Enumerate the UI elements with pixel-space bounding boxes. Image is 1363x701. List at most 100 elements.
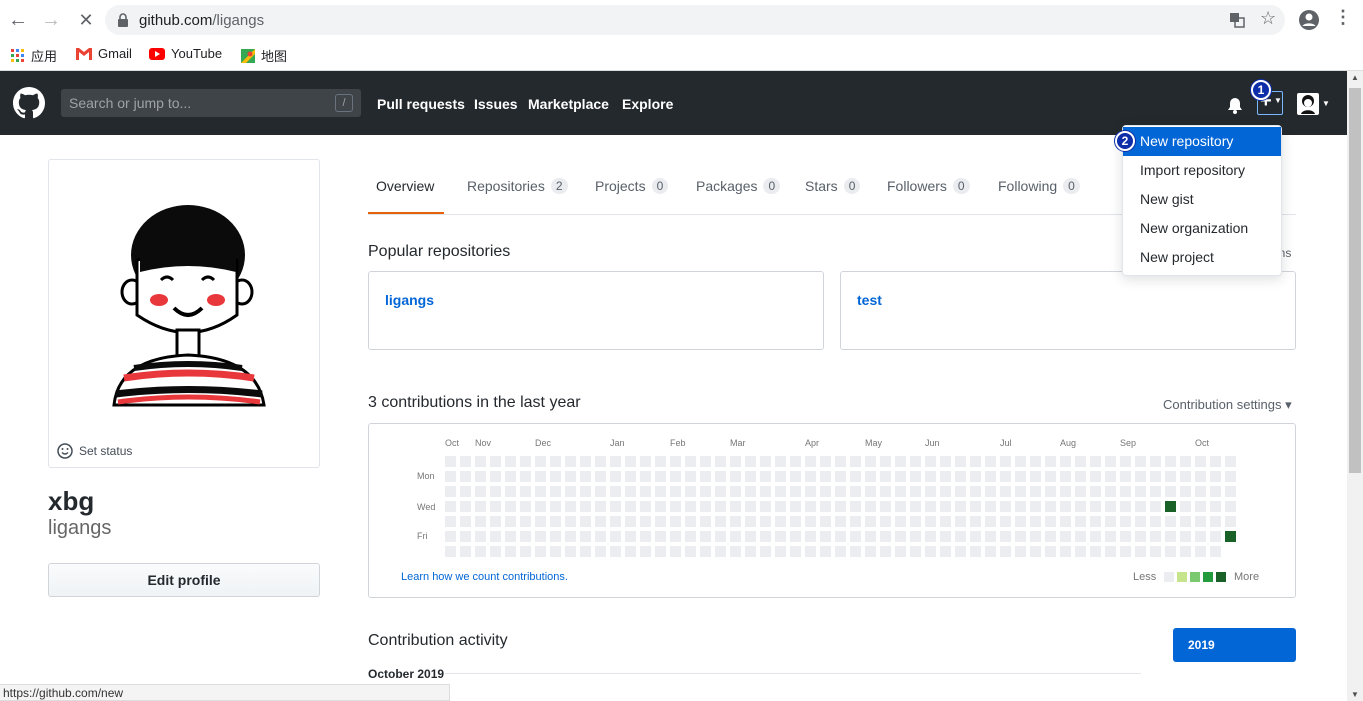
menu-import-repository[interactable]: Import repository	[1123, 156, 1281, 185]
contribution-day[interactable]	[985, 516, 996, 527]
address-bar[interactable]: github.com/ligangs ☆	[105, 5, 1285, 35]
contribution-day[interactable]	[955, 486, 966, 497]
contribution-day[interactable]	[460, 501, 471, 512]
repo-link-ligangs[interactable]: ligangs	[385, 292, 434, 308]
contribution-day[interactable]	[805, 471, 816, 482]
contribution-day[interactable]	[955, 531, 966, 542]
contribution-day[interactable]	[580, 546, 591, 557]
contribution-day[interactable]	[625, 456, 636, 467]
contribution-day[interactable]	[1060, 456, 1071, 467]
contribution-day[interactable]	[760, 501, 771, 512]
tab-projects[interactable]: Projects 0	[595, 178, 669, 194]
contribution-day[interactable]	[820, 546, 831, 557]
tab-stars[interactable]: Stars 0	[805, 178, 861, 194]
contribution-day[interactable]	[520, 501, 531, 512]
contribution-day[interactable]	[625, 531, 636, 542]
tab-overview[interactable]: Overview	[376, 178, 434, 194]
contribution-day[interactable]	[685, 516, 696, 527]
contribution-day[interactable]	[670, 471, 681, 482]
contribution-day[interactable]	[1225, 516, 1236, 527]
contribution-day[interactable]	[1150, 471, 1161, 482]
contribution-day[interactable]	[910, 546, 921, 557]
contribution-day[interactable]	[1030, 546, 1041, 557]
contribution-day[interactable]	[910, 531, 921, 542]
contribution-day[interactable]	[730, 516, 741, 527]
contribution-day[interactable]	[775, 486, 786, 497]
contribution-day[interactable]	[820, 456, 831, 467]
contribution-day[interactable]	[1120, 471, 1131, 482]
contribution-day[interactable]	[940, 546, 951, 557]
contribution-day[interactable]	[790, 516, 801, 527]
contribution-day[interactable]	[745, 486, 756, 497]
contribution-day[interactable]	[700, 471, 711, 482]
contribution-day[interactable]	[685, 546, 696, 557]
contribution-day[interactable]	[1045, 486, 1056, 497]
contribution-day[interactable]	[475, 546, 486, 557]
contribution-day[interactable]	[925, 546, 936, 557]
contribution-day[interactable]	[1210, 486, 1221, 497]
contribution-day[interactable]	[475, 471, 486, 482]
contribution-day[interactable]	[985, 456, 996, 467]
contribution-day[interactable]	[505, 471, 516, 482]
contribution-day[interactable]	[835, 456, 846, 467]
contribution-day[interactable]	[955, 516, 966, 527]
contribution-day[interactable]	[1090, 501, 1101, 512]
contribution-day[interactable]	[1165, 546, 1176, 557]
contribution-day[interactable]	[445, 531, 456, 542]
contribution-day[interactable]	[745, 501, 756, 512]
contribution-day[interactable]	[1150, 456, 1161, 467]
contribution-day[interactable]	[940, 531, 951, 542]
contribution-day[interactable]	[1165, 486, 1176, 497]
contribution-day[interactable]	[490, 501, 501, 512]
contribution-day[interactable]	[1165, 516, 1176, 527]
contribution-day[interactable]	[460, 456, 471, 467]
contribution-day[interactable]	[850, 456, 861, 467]
contribution-day[interactable]	[835, 531, 846, 542]
contribution-day[interactable]	[460, 531, 471, 542]
contribution-day[interactable]	[1015, 516, 1026, 527]
contribution-day[interactable]	[685, 501, 696, 512]
contribution-day[interactable]	[490, 456, 501, 467]
contribution-day[interactable]	[625, 486, 636, 497]
contribution-day[interactable]	[1045, 471, 1056, 482]
menu-new-gist[interactable]: New gist	[1123, 185, 1281, 214]
contribution-day[interactable]	[1000, 546, 1011, 557]
contribution-day[interactable]	[790, 456, 801, 467]
contribution-day[interactable]	[895, 456, 906, 467]
contribution-day[interactable]	[835, 486, 846, 497]
contribution-day[interactable]	[790, 471, 801, 482]
contribution-day[interactable]	[655, 471, 666, 482]
contribution-day[interactable]	[1150, 516, 1161, 527]
contribution-day[interactable]	[895, 516, 906, 527]
contribution-day[interactable]	[550, 486, 561, 497]
contribution-day[interactable]	[535, 486, 546, 497]
contribution-day[interactable]	[1180, 531, 1191, 542]
contribution-day[interactable]	[880, 516, 891, 527]
contribution-day[interactable]	[640, 516, 651, 527]
contribution-day[interactable]	[505, 546, 516, 557]
github-logo-icon[interactable]	[13, 87, 45, 119]
contribution-day[interactable]	[1075, 486, 1086, 497]
contribution-day[interactable]	[1225, 471, 1236, 482]
contribution-day[interactable]	[1195, 456, 1206, 467]
contribution-day[interactable]	[1075, 471, 1086, 482]
contribution-day[interactable]	[850, 546, 861, 557]
contribution-day[interactable]	[565, 531, 576, 542]
contribution-day[interactable]	[1075, 456, 1086, 467]
contribution-day[interactable]	[970, 456, 981, 467]
contribution-day[interactable]	[655, 546, 666, 557]
contribution-day[interactable]	[505, 456, 516, 467]
contribution-day[interactable]	[685, 471, 696, 482]
contribution-day[interactable]	[715, 531, 726, 542]
contribution-day[interactable]	[715, 456, 726, 467]
set-status-button[interactable]: Set status	[57, 443, 132, 459]
contribution-day[interactable]	[1195, 501, 1206, 512]
contribution-day[interactable]	[1105, 501, 1116, 512]
contribution-day[interactable]	[550, 501, 561, 512]
star-icon[interactable]: ☆	[1260, 8, 1276, 29]
contribution-day[interactable]	[1180, 486, 1191, 497]
contribution-day[interactable]	[1045, 531, 1056, 542]
contribution-day[interactable]	[895, 471, 906, 482]
contribution-day[interactable]	[460, 486, 471, 497]
contribution-day[interactable]	[760, 486, 771, 497]
